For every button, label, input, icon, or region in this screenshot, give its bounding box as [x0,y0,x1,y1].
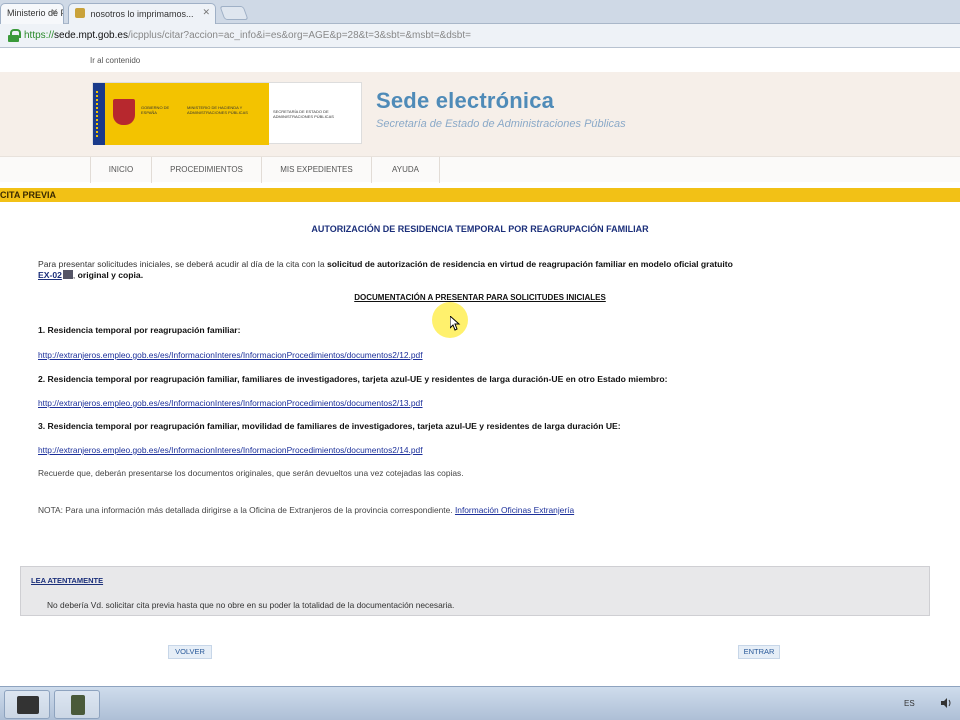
close-icon[interactable]: ✕ [50,7,58,18]
enter-button[interactable]: ENTRAR [738,645,780,659]
intro-bold: solicitud de autorización de residencia … [327,259,733,269]
reminder-text: Recuerde que, deberán presentarse los do… [38,468,464,478]
url-scheme: https:// [24,30,55,41]
mouse-cursor-icon [450,316,461,331]
taskbar-app-button[interactable] [4,690,50,719]
browser-tab-ministerio[interactable]: Ministerio de Política... ✕ [0,3,64,24]
gov-logo-band: GOBIERNO DE ESPAÑA MINISTERIO DE HACIEND… [105,83,269,145]
note-paragraph: NOTA: Para una información más detallada… [38,505,574,515]
url-field[interactable]: https://sede.mpt.gob.es/icpplus/citar?ac… [24,30,471,41]
documentation-heading: DOCUMENTACIÓN A PRESENTAR PARA SOLICITUD… [354,293,606,302]
notice-title: LEA ATENTAMENTE [31,576,104,585]
address-bar[interactable]: https://sede.mpt.gob.es/icpplus/citar?ac… [0,24,960,48]
notice-text: No debería Vd. solicitar cita previa has… [47,600,455,610]
close-icon[interactable]: ✕ [202,7,210,18]
taskbar-app-button[interactable] [54,690,100,719]
offices-info-link[interactable]: Información Oficinas Extranjería [455,505,574,515]
intro-prefix: Para presentar solicitudes iniciales, se… [38,259,325,269]
doc-item-title: 3. Residencia temporal por reagrupación … [38,421,621,431]
main-nav: INICIO PROCEDIMIENTOS MIS EXPEDIENTES AY… [0,156,960,183]
favicon-icon [75,8,85,18]
form-ex02-link[interactable]: EX-02 [38,270,62,280]
browser-tab-nosotros[interactable]: nosotros lo imprimamos... ✕ [68,3,216,24]
doc-item-title: 2. Residencia temporal por reagrupación … [38,374,668,384]
nav-ayuda[interactable]: AYUDA [372,157,440,183]
section-bar: CITA PREVIA [0,188,960,202]
section-bar-title: CITA PREVIA [0,190,57,200]
app-icon [71,695,85,715]
language-indicator[interactable]: ES [904,699,915,708]
intro-paragraph: Para presentar solicitudes iniciales, se… [38,259,733,280]
doc-item-link[interactable]: http://extranjeros.empleo.gob.es/es/Info… [38,350,423,360]
coat-of-arms-icon [113,99,135,125]
back-button[interactable]: VOLVER [168,645,212,659]
lock-icon [8,29,21,42]
new-tab-button[interactable] [219,6,249,20]
site-title[interactable]: Sede electrónica [376,88,554,114]
site-subtitle: Secretaría de Estado de Administraciones… [376,118,626,130]
doc-item-link[interactable]: http://extranjeros.empleo.gob.es/es/Info… [38,445,423,455]
skip-to-content-link[interactable]: Ir al contenido [90,56,140,65]
pdf-icon[interactable] [62,270,73,279]
taskbar: ES [0,686,960,720]
intro-suffix: original y copia. [77,270,144,280]
note-text: NOTA: Para una información más detallada… [38,505,453,515]
secretary-logo-text: SECRETARÍA DE ESTADO DE ADMINISTRACIONES… [273,109,334,119]
doc-item-title: 1. Residencia temporal por reagrupación … [38,325,241,335]
notice-box: LEA ATENTAMENTE No debería Vd. solicitar… [20,566,930,616]
nav-mis-expedientes[interactable]: MIS EXPEDIENTES [262,157,372,183]
eu-flag-icon [93,83,105,145]
tab-label: nosotros lo imprimamos... [90,9,194,19]
url-path: /icpplus/citar?accion=ac_info&i=es&org=A… [127,30,471,41]
gov-logo-text: GOBIERNO DE ESPAÑA [141,105,170,115]
doc-item-link[interactable]: http://extranjeros.empleo.gob.es/es/Info… [38,398,423,408]
film-clapper-icon [17,696,39,714]
government-logo[interactable]: GOBIERNO DE ESPAÑA MINISTERIO DE HACIEND… [92,82,362,145]
browser-tabstrip: Ministerio de Política... ✕ nosotros lo … [0,0,960,24]
ministry-logo-text: MINISTERIO DE HACIENDA Y ADMINISTRACIONE… [187,105,248,115]
speaker-icon[interactable] [940,697,952,709]
url-host: sede.mpt.gob.es [54,30,128,41]
nav-inicio[interactable]: INICIO [90,157,152,183]
nav-procedimientos[interactable]: PROCEDIMIENTOS [152,157,262,183]
page-title: AUTORIZACIÓN DE RESIDENCIA TEMPORAL POR … [311,224,649,234]
